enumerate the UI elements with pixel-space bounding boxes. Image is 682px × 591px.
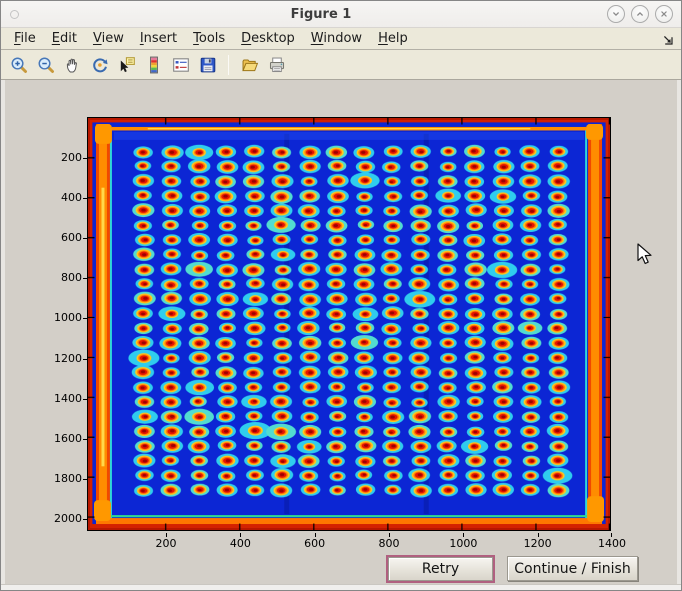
y-axis-tick xyxy=(83,399,87,400)
save-icon[interactable] xyxy=(197,54,218,75)
figure-toolbar xyxy=(1,50,681,80)
x-axis-tick xyxy=(463,533,464,537)
y-axis-tick-label: 1600 xyxy=(42,432,82,445)
data-cursor-icon[interactable] xyxy=(116,54,137,75)
menu-desktop[interactable]: Desktop xyxy=(241,31,295,46)
x-axis-tick-label: 200 xyxy=(142,537,190,550)
maximize-button[interactable] xyxy=(631,5,649,23)
menu-insert[interactable]: Insert xyxy=(140,31,177,46)
x-axis-tick-label: 1200 xyxy=(514,537,562,550)
y-axis-tick-label: 200 xyxy=(42,151,82,164)
colorbar-icon[interactable] xyxy=(143,54,164,75)
x-axis-tick-label: 1000 xyxy=(439,537,487,550)
x-axis-tick-label: 1400 xyxy=(588,537,636,550)
menu-file[interactable]: File xyxy=(14,31,36,46)
window-icon xyxy=(10,10,19,19)
y-axis-tick xyxy=(83,359,87,360)
plate-heatmap-image[interactable] xyxy=(87,117,611,531)
y-axis-tick xyxy=(83,158,87,159)
menu-window[interactable]: Window xyxy=(311,31,362,46)
y-axis-tick-label: 600 xyxy=(42,231,82,244)
menu-view[interactable]: View xyxy=(93,31,124,46)
open-icon[interactable] xyxy=(239,54,260,75)
rotate-3d-icon[interactable] xyxy=(89,54,110,75)
pan-icon[interactable] xyxy=(62,54,83,75)
window-edge-right xyxy=(677,80,681,584)
window-edge-bottom xyxy=(1,584,681,590)
window-title: Figure 1 xyxy=(41,1,601,28)
y-axis-tick-label: 2000 xyxy=(42,512,82,525)
print-icon[interactable] xyxy=(266,54,287,75)
y-axis-tick xyxy=(83,198,87,199)
zoom-out-icon[interactable] xyxy=(35,54,56,75)
figure-window: Figure 1 File Edit View Insert Tools Desktop W… xyxy=(0,0,682,591)
y-axis-tick-label: 1200 xyxy=(42,352,82,365)
menubar: File Edit View Insert Tools Desktop Window Help xyxy=(1,28,681,50)
titlebar[interactable]: Figure 1 xyxy=(1,1,681,28)
zoom-in-icon[interactable] xyxy=(8,54,29,75)
y-axis-tick xyxy=(83,519,87,520)
continue-finish-button[interactable]: Continue / Finish xyxy=(507,556,638,581)
window-controls xyxy=(607,5,673,23)
menu-tools[interactable]: Tools xyxy=(193,31,225,46)
x-axis-tick xyxy=(315,533,316,537)
x-axis-tick xyxy=(389,533,390,537)
shade-button[interactable] xyxy=(607,5,625,23)
y-axis-tick-label: 1400 xyxy=(42,392,82,405)
y-axis-tick xyxy=(83,479,87,480)
y-axis-tick xyxy=(83,318,87,319)
close-button[interactable] xyxy=(655,5,673,23)
y-axis-tick-label: 400 xyxy=(42,191,82,204)
x-axis-tick-label: 600 xyxy=(291,537,339,550)
y-axis-tick-label: 1800 xyxy=(42,472,82,485)
window-edge-left xyxy=(1,80,5,584)
x-axis-tick xyxy=(611,533,612,537)
dock-figure-icon[interactable] xyxy=(662,34,674,46)
menu-edit[interactable]: Edit xyxy=(52,31,77,46)
y-axis-tick xyxy=(83,278,87,279)
x-axis-tick-label: 400 xyxy=(216,537,264,550)
legend-icon[interactable] xyxy=(170,54,191,75)
x-axis-tick xyxy=(166,533,167,537)
y-axis-tick-label: 1000 xyxy=(42,311,82,324)
x-axis-tick-label: 800 xyxy=(365,537,413,550)
y-axis-tick xyxy=(83,439,87,440)
y-axis-tick xyxy=(83,238,87,239)
x-axis-tick xyxy=(538,533,539,537)
toolbar-separator xyxy=(228,55,229,75)
menu-help[interactable]: Help xyxy=(378,31,408,46)
y-axis-tick-label: 800 xyxy=(42,271,82,284)
retry-button[interactable]: Retry xyxy=(388,557,493,581)
x-axis-tick xyxy=(240,533,241,537)
